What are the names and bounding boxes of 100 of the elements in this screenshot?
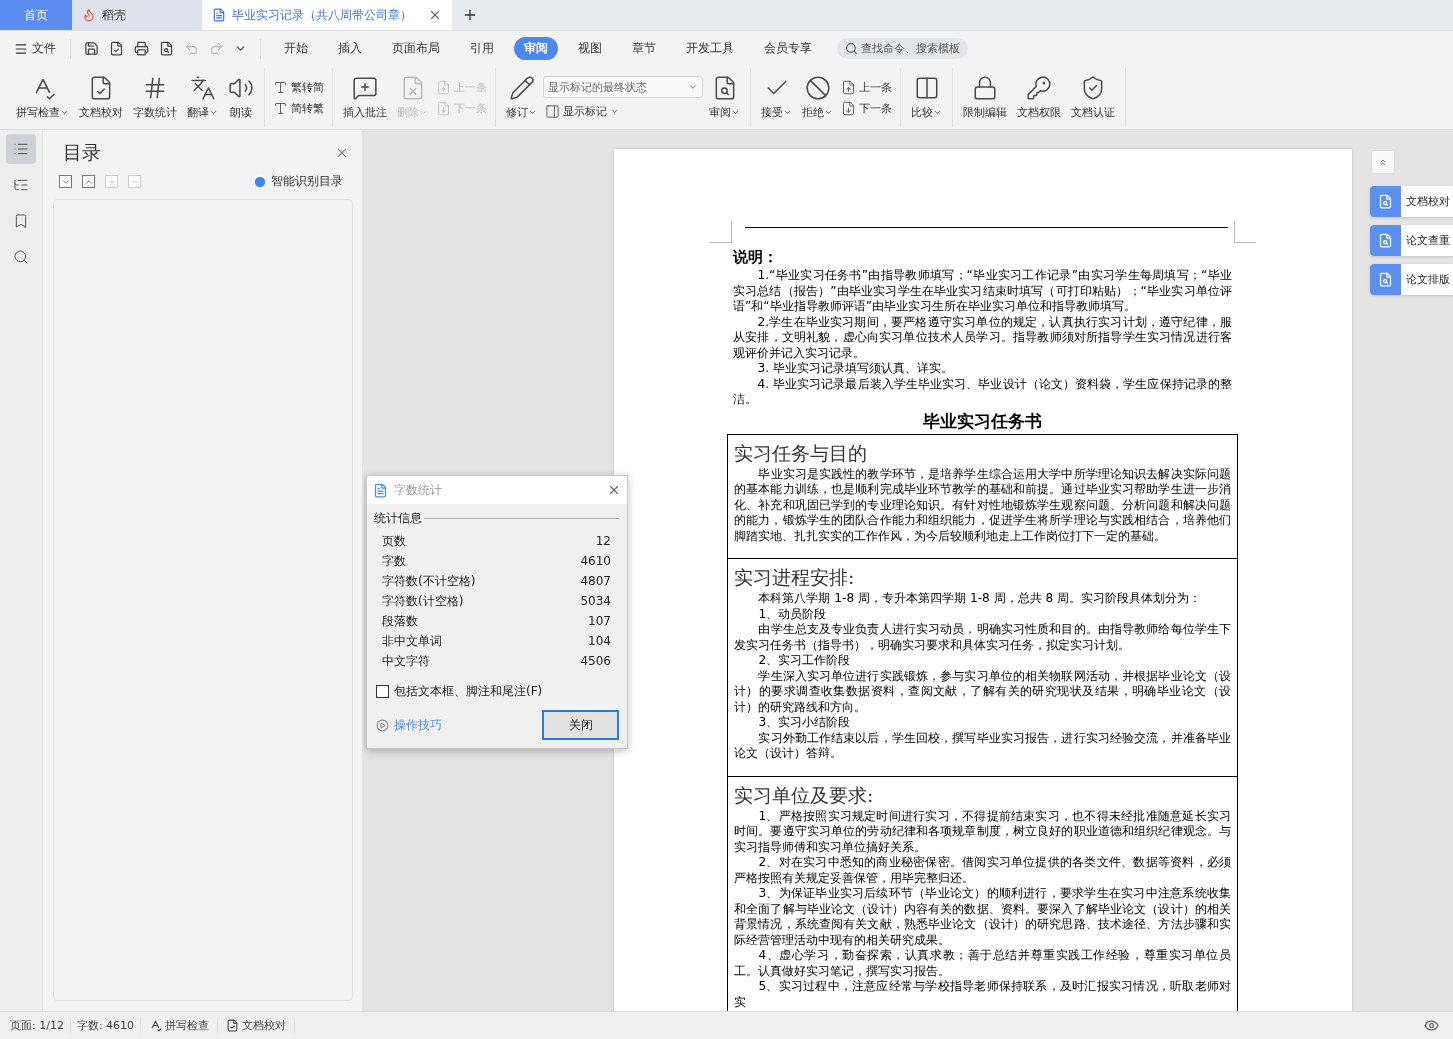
paragraph: 学生深入实习单位进行实践锻炼，参与实习单位的相关物联网活动，并根据毕业论文（设计）的要求调查收集数据资料，查阅文献，了解有关的研究现状及结果，明确毕业论文（设计）的研究路线和方向。: [734, 668, 1231, 715]
caret-icon: [209, 108, 218, 117]
ribbon-button[interactable]: 上一条: [839, 79, 894, 95]
compare-icon: [913, 75, 940, 101]
ribbon-button[interactable]: 朗读: [224, 68, 258, 127]
document-search-icon: [1378, 233, 1393, 248]
paragraph: 3、为保证毕业实习后续环节（毕业论文）的顺利进行，要求学生在实习中注意系统收集和全面了解与毕业论文（设计）内容有关的数据、资料。要深入了解毕业论文（设计）的相关背景情况，系统查阅有关文献，熟悉毕业论文（设计）的研究思路、技术途径、方法步骤和实际经营管理活动中现有的相关研究成果。: [734, 886, 1231, 948]
print-icon[interactable]: [134, 41, 149, 56]
crop-mark: [1234, 221, 1256, 243]
document-search-icon: [1378, 272, 1393, 287]
app-icon: [373, 482, 388, 498]
ribbon-tab[interactable]: 页面布局: [382, 37, 450, 60]
close-icon[interactable]: [335, 146, 349, 160]
lock-icon: [972, 75, 998, 101]
ribbon-button[interactable]: 比较: [907, 68, 946, 127]
stat-value: 4807: [580, 573, 611, 590]
crop-mark: [710, 221, 732, 243]
ribbon-button[interactable]: 繁转简: [271, 79, 326, 95]
ribbon-button[interactable]: 审阅: [705, 68, 744, 127]
stat-value: 5034: [580, 593, 611, 610]
document-check-icon: [226, 1019, 240, 1032]
paragraph: 5、实习过程中，注意应经常与学校指导老师保持联系，及时汇报实习情况，听取老师对实: [734, 979, 1231, 1010]
side-tool-button[interactable]: 文档校对: [1370, 186, 1453, 217]
ribbon-button[interactable]: 限制编辑: [959, 68, 1011, 127]
notes-title: 说明：: [733, 247, 779, 268]
dialog-title: 字数统计: [394, 481, 442, 499]
bookmark-icon: [13, 213, 29, 229]
checkbox[interactable]: [376, 685, 389, 698]
file-menu-button[interactable]: 文件: [10, 38, 60, 59]
paragraph: 毕业实习是实践性的教学环节，是培养学生综合运用大学中所学理论知识去解决实际问题的基本能力训练，也是顺利完成毕业环节教学的基础和前提。通过毕业实习帮助学生进一步消化、补充和巩固已学到的专业理论知识。有针对性地锻炼学生观察问题、分析问题和解决问题的能力，锻炼学生的团队合作能力和组织能力，促进学生将所学理论与实践相结合，培养他们脚踏实地、扎扎实实的工作作风，为今后较顺利地走上工作岗位打下一定的基础。: [734, 466, 1231, 544]
group-label: 统计信息: [374, 510, 619, 527]
translate-icon: [189, 75, 216, 101]
caret-icon: [688, 82, 698, 92]
document-icon: [212, 8, 226, 22]
ribbon-button[interactable]: 字数统计: [129, 68, 181, 127]
play-icon: [253, 174, 267, 189]
search-field[interactable]: 查找命令、搜索模板: [837, 38, 968, 59]
ribbon-tab[interactable]: 会员专享: [754, 37, 822, 60]
caret-icon: [933, 108, 942, 117]
flame-icon: [82, 8, 96, 22]
document-search-icon[interactable]: [159, 41, 174, 56]
checkbox-label: 包括文本框、脚注和尾注(F): [394, 683, 543, 700]
ribbon-button[interactable]: 显示标记: [543, 104, 703, 119]
paragraph: 3、实习小结阶段: [757, 715, 852, 731]
ribbon-tab[interactable]: 视图: [568, 37, 612, 60]
caret-icon: [783, 108, 792, 117]
caret-icon: [731, 108, 740, 117]
ribbon-tab[interactable]: 章节: [622, 37, 666, 60]
stat-value: 107: [588, 613, 611, 630]
close-icon[interactable]: [607, 483, 621, 497]
ribbon-button[interactable]: 修订: [502, 68, 541, 127]
key-icon: [1026, 75, 1052, 101]
proofread-button[interactable]: 文档校对: [218, 1018, 296, 1033]
stat-label: 段落数: [382, 613, 418, 630]
markup-dropdown[interactable]: 显示标记的最终状态: [543, 76, 703, 98]
stat-value: 4506: [580, 653, 611, 670]
section-heading: 实习进程安排:: [734, 565, 856, 590]
eye-icon[interactable]: [1424, 1018, 1439, 1033]
document-down-icon: [436, 100, 451, 116]
ribbon-button[interactable]: 文档校对: [75, 68, 127, 127]
paragraph: 本科第八学期 1-8 周，专升本第四学期 1-8 周，总共 8 周。实习阶段具体划分为：: [757, 591, 1203, 607]
document-check-icon[interactable]: [109, 41, 124, 56]
caret-icon: [528, 108, 537, 117]
ribbon-button[interactable]: 简转繁: [271, 100, 326, 116]
ribbon-button[interactable]: 接受: [757, 68, 796, 127]
document-tab[interactable]: 稻壳: [72, 0, 202, 30]
ribbon-button[interactable]: 文档认证: [1067, 68, 1119, 127]
close-button[interactable]: 关闭: [542, 710, 619, 740]
document-down-icon: [841, 100, 856, 116]
ribbon-tab[interactable]: 开发工具: [676, 37, 744, 60]
paragraph: 1.“毕业实习任务书”由指导教师填写；“毕业实习工作记录”由实习学生每周填写；“毕业实习总结（报告）”由毕业实习学生在毕业实习结束时填写（可打印粘贴）；“毕业实习单位评语”和“毕业指导教师评语”由毕业实习生所在毕业实习单位和指导教师填写。: [733, 268, 1232, 315]
paragraph: 1、动员阶段: [757, 606, 828, 622]
ribbon-button[interactable]: 下一条: [839, 100, 894, 116]
stat-label: 字数: [382, 553, 406, 570]
close-icon[interactable]: [428, 8, 442, 22]
side-tool-button[interactable]: 论文查重: [1370, 225, 1453, 256]
stat-value: 104: [588, 633, 611, 650]
ribbon-button[interactable]: 拒绝: [798, 68, 837, 127]
ribbon-button[interactable]: 翻译: [183, 68, 222, 127]
ribbon-tab[interactable]: 引用: [460, 37, 504, 60]
stat-label: 非中文单词: [382, 633, 442, 650]
document-tab[interactable]: 毕业实习记录（共八周带公司章）: [202, 0, 452, 30]
pencil-icon: [508, 75, 535, 101]
search-icon: [845, 42, 858, 55]
ribbon-button[interactable]: 插入批注: [339, 68, 391, 127]
smart-toc-button[interactable]: 智能识别目录: [247, 172, 349, 191]
paragraph: 3. 毕业实习记录填写须认真、详实。: [756, 361, 954, 377]
save-icon[interactable]: [84, 41, 99, 56]
ribbon-tab[interactable]: 开始: [274, 37, 318, 60]
ribbon-button[interactable]: 拼写检查: [12, 68, 73, 127]
side-tool-button[interactable]: 论文排版: [1370, 264, 1453, 295]
stat-value: 12: [595, 533, 611, 550]
collapse-button[interactable]: [82, 175, 95, 188]
tree-icon: [13, 177, 29, 193]
spellcheck-button[interactable]: 拼写检查: [141, 1018, 219, 1033]
ribbon-button[interactable]: 文档权限: [1013, 68, 1065, 127]
ribbon-tab[interactable]: 插入: [328, 37, 372, 60]
expand-button[interactable]: [59, 175, 72, 188]
panel-title: 目录: [63, 140, 101, 165]
comment-icon: [352, 75, 378, 101]
